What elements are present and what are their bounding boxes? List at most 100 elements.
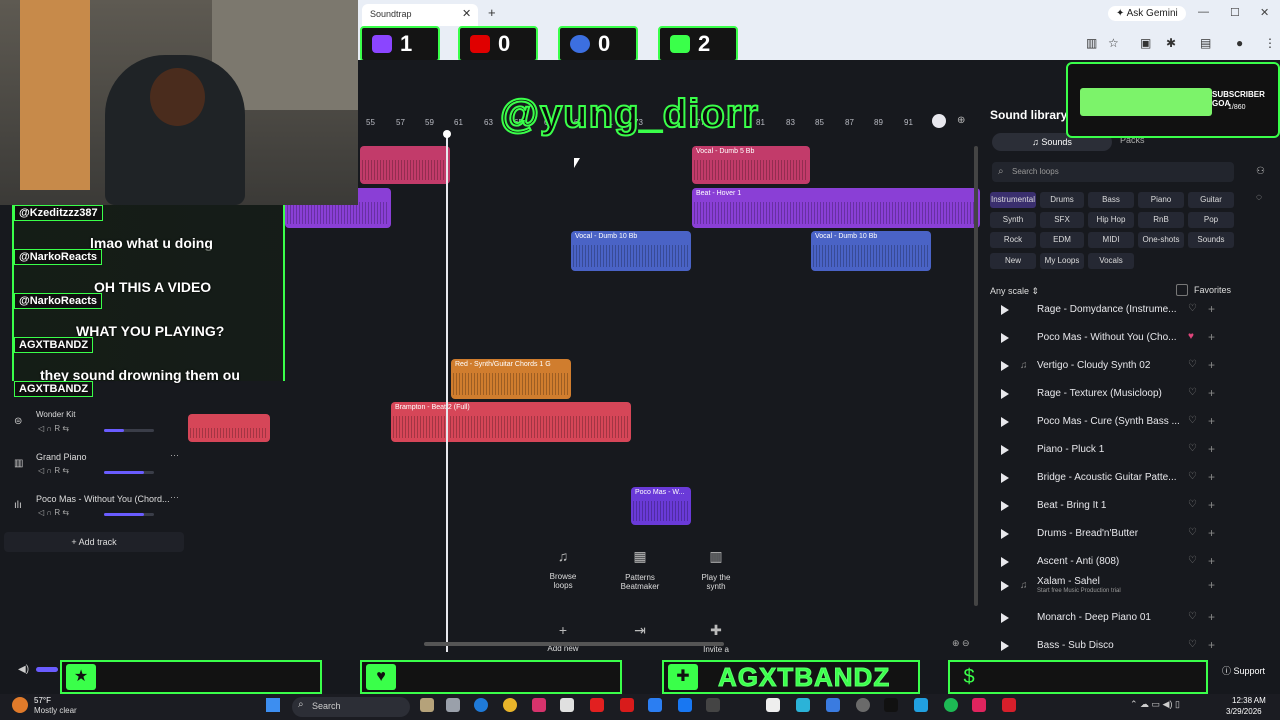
filter-chip[interactable]: EDM (1040, 232, 1084, 248)
filter-chip[interactable]: SFX (1040, 212, 1084, 228)
filter-chip[interactable]: Bass (1088, 192, 1134, 208)
filter-chip[interactable]: Hip Hop (1088, 212, 1134, 228)
play-icon[interactable] (1001, 333, 1009, 343)
taskbar-app-icon[interactable] (420, 698, 434, 712)
add-icon[interactable]: + (1208, 638, 1215, 652)
heart-icon[interactable]: ♡ (1188, 611, 1197, 622)
maximize-icon[interactable]: ☐ (1230, 6, 1240, 19)
track-controls[interactable]: ◁ ∩ R ⇆ (38, 508, 69, 517)
clip[interactable] (360, 146, 450, 184)
favorites-checkbox[interactable] (1176, 284, 1188, 296)
track-header[interactable]: ılı Poco Mas - Without You (Chord... ⋯ ◁… (4, 492, 184, 534)
loop-item[interactable]: Bass - Sub Disco ♡ + (998, 634, 1218, 662)
chrome-icon[interactable] (503, 698, 517, 712)
extension-icon[interactable]: ▣ (1140, 36, 1151, 50)
heart-icon[interactable]: ♡ (1188, 471, 1197, 482)
filter-chip[interactable]: Guitar (1188, 192, 1234, 208)
heart-icon[interactable]: ♡ (1188, 499, 1197, 510)
loop-item[interactable]: Poco Mas - Cure (Synth Bass ... ♡ + (998, 410, 1218, 438)
add-icon[interactable]: + (1208, 470, 1215, 484)
filter-chip[interactable]: Instrumental (990, 192, 1036, 208)
add-icon[interactable]: + (1208, 302, 1215, 316)
heart-icon[interactable]: ♡ (1188, 443, 1197, 454)
menu-icon[interactable]: ⋮ (1264, 36, 1276, 50)
scale-select[interactable]: Any scale ⇕ (990, 286, 1039, 297)
filter-chip[interactable]: Pop (1188, 212, 1234, 228)
taskbar-app-icon[interactable] (1002, 698, 1016, 712)
clip[interactable]: Vocal - Dumb 10 Bb (811, 231, 931, 271)
track-header[interactable]: ▥ Grand Piano ⋯ ◁ ∩ R ⇆ (4, 450, 184, 492)
filter-chip[interactable]: Drums (1040, 192, 1084, 208)
close-window-icon[interactable]: ✕ (1260, 6, 1269, 19)
clip[interactable]: Poco Mas - W... (631, 487, 691, 525)
playhead[interactable] (446, 132, 448, 652)
filter-chip[interactable]: Vocals (1088, 253, 1134, 269)
user-icon[interactable]: ⚇ (1256, 166, 1265, 177)
heart-icon[interactable]: ♡ (1188, 387, 1197, 398)
heart-icon[interactable]: ♡ (1188, 359, 1197, 370)
loop-item[interactable]: Piano - Pluck 1 ♡ + (998, 438, 1218, 466)
filter-chip[interactable]: One-shots (1138, 232, 1184, 248)
track-controls[interactable]: ◁ ∩ R ⇆ (38, 424, 69, 433)
loop-item[interactable]: Poco Mas - Without You (Cho... ♥ + (998, 326, 1218, 354)
search-loops-input[interactable]: Search loops (992, 162, 1234, 182)
heart-icon[interactable]: ♡ (1188, 527, 1197, 538)
filter-chip[interactable]: Synth (990, 212, 1036, 228)
add-icon[interactable]: + (1208, 442, 1215, 456)
spotify-icon[interactable] (944, 698, 958, 712)
support-button[interactable]: ⓘ Support (1222, 664, 1265, 677)
play-icon[interactable] (1001, 417, 1009, 427)
loop-item[interactable]: Rage - Domydance (Instrume... ♡ + (998, 298, 1218, 326)
play-icon[interactable] (1001, 445, 1009, 455)
filter-chip[interactable]: MIDI (1088, 232, 1134, 248)
track-header[interactable]: Wonder Kit ⊜ ◁ ∩ R ⇆ (4, 410, 184, 450)
volume-slider[interactable] (104, 513, 154, 516)
filter-chip[interactable]: My Loops (1040, 253, 1084, 269)
track-menu-icon[interactable]: ⋯ (170, 450, 179, 461)
messenger-icon[interactable] (648, 698, 662, 712)
clip[interactable]: Red - Synth/Guitar Chords 1 G (451, 359, 571, 399)
ask-gemini-button[interactable]: ✦ Ask Gemini (1108, 6, 1186, 21)
heart-icon[interactable]: ♡ (1188, 555, 1197, 566)
play-icon[interactable] (1001, 581, 1009, 591)
loop-item[interactable]: ♫ Xalam - Sahel Start free Music Productio… (998, 574, 1218, 602)
taskbar-app-icon[interactable] (826, 698, 840, 712)
play-icon[interactable] (1001, 641, 1009, 651)
bookmark-star-icon[interactable]: ☆ (1108, 36, 1119, 50)
playhead-handle[interactable] (443, 130, 451, 138)
comment-icon[interactable]: ◌ (1256, 192, 1262, 203)
calculator-icon[interactable] (560, 698, 574, 712)
facebook-icon[interactable] (678, 698, 692, 712)
heart-icon[interactable]: ♡ (1188, 303, 1197, 314)
play-icon[interactable] (1001, 389, 1009, 399)
system-tray-icons[interactable]: ⌃ ☁ ▭ ◀) ▯ (1130, 699, 1180, 710)
profile-avatar[interactable]: ● (1236, 36, 1243, 50)
volume-slider[interactable] (104, 471, 154, 474)
heart-icon[interactable]: ♡ (1188, 415, 1197, 426)
instagram-icon[interactable] (532, 698, 546, 712)
filter-chip[interactable]: Piano (1138, 192, 1184, 208)
clip[interactable] (188, 414, 270, 442)
taskbar-app-icon[interactable] (972, 698, 986, 712)
play-icon[interactable] (1001, 305, 1009, 315)
vertical-scrollbar[interactable] (974, 146, 978, 606)
add-new-button[interactable]: + Add new (533, 622, 593, 653)
minimize-icon[interactable]: — (1198, 6, 1209, 18)
horizontal-scrollbar[interactable] (424, 642, 724, 646)
play-icon[interactable] (1001, 473, 1009, 483)
clip[interactable]: Beat - Hover 1 (692, 188, 980, 228)
edge-icon[interactable] (474, 698, 488, 712)
speaker-icon[interactable]: ◀) (18, 664, 29, 675)
play-synth-button[interactable]: ▥ Play the synth (686, 548, 746, 591)
heart-icon[interactable]: ♥ (1188, 331, 1194, 342)
taskbar-search[interactable]: Search (292, 697, 410, 717)
amazon-icon[interactable] (766, 698, 780, 712)
clip[interactable]: Vocal - Dumb 5 Bb (692, 146, 810, 184)
heart-icon[interactable]: ♡ (1188, 639, 1197, 650)
track-controls[interactable]: ◁ ∩ R ⇆ (38, 466, 69, 475)
browser-tab[interactable]: Soundtrap (362, 4, 478, 26)
taskbar-app-icon[interactable] (856, 698, 870, 712)
add-icon[interactable]: + (1208, 498, 1215, 512)
add-icon[interactable]: + (1208, 358, 1215, 372)
add-icon[interactable]: + (1208, 386, 1215, 400)
